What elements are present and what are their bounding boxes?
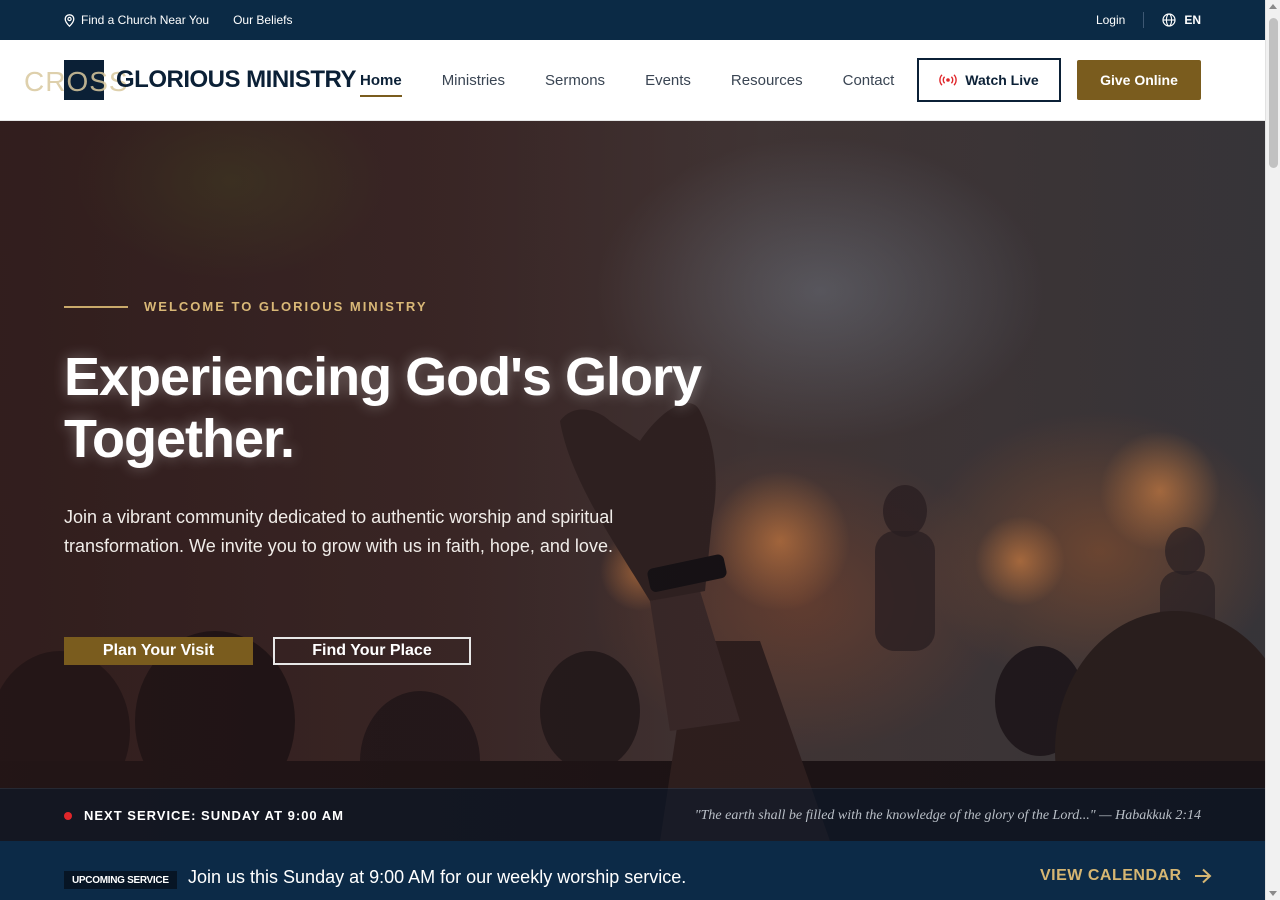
live-dot-icon <box>64 811 72 820</box>
next-service: NEXT SERVICE: SUNDAY AT 9:00 AM <box>64 789 344 842</box>
scrollbar-thumb[interactable] <box>1269 18 1278 168</box>
service-strip: NEXT SERVICE: SUNDAY AT 9:00 AM "The ear… <box>0 788 1265 841</box>
our-beliefs-label: Our Beliefs <box>233 13 293 27</box>
utility-links: Find a Church Near You Our Beliefs <box>64 0 316 40</box>
eyebrow-text: WELCOME TO GLORIOUS MINISTRY <box>144 299 428 314</box>
hero-background-image <box>0 121 1265 841</box>
login-link[interactable]: Login <box>1096 13 1125 27</box>
site-header: CROSS GLORIOUS MINISTRY Home Ministries … <box>0 40 1265 121</box>
eyebrow-rule <box>64 305 128 308</box>
plan-visit-button[interactable]: Plan Your Visit <box>64 637 253 665</box>
find-church-label: Find a Church Near You <box>81 13 210 27</box>
announcement-message: Join us this Sunday at 9:00 AM for our w… <box>188 867 687 887</box>
view-calendar-label: VIEW CALENDAR <box>1040 867 1182 884</box>
scroll-up-icon[interactable] <box>1269 4 1277 9</box>
nav-resources[interactable]: Resources <box>731 72 803 89</box>
plan-visit-label: Plan Your Visit <box>102 642 215 659</box>
nav-ministries[interactable]: Ministries <box>442 72 505 89</box>
headline-line-1: Experiencing God's Glory <box>64 347 702 407</box>
nav-sermons[interactable]: Sermons <box>545 72 605 89</box>
hero-eyebrow: WELCOME TO GLORIOUS MINISTRY <box>64 299 428 314</box>
page-scrollbar[interactable] <box>1265 0 1280 900</box>
hero-section: WELCOME TO GLORIOUS MINISTRY Experiencin… <box>0 121 1265 841</box>
scripture-verse: "The earth shall be filled with the know… <box>694 807 1201 823</box>
next-service-text: NEXT SERVICE: SUNDAY AT 9:00 AM <box>84 808 344 823</box>
globe-icon <box>1162 13 1176 27</box>
watch-live-label: Watch Live <box>965 72 1039 88</box>
find-church-link[interactable]: Find a Church Near You <box>64 13 209 27</box>
divider <box>1143 12 1145 28</box>
logo-watermark: CROSS <box>24 66 129 97</box>
utility-bar: Find a Church Near You Our Beliefs Login… <box>0 0 1265 40</box>
hero-subtext: Join a vibrant community dedicated to au… <box>64 507 614 556</box>
hero-headline: Experiencing God's Glory Together. <box>64 346 764 470</box>
main-nav: Home Ministries Sermons Events Resources… <box>360 40 934 120</box>
logo-name: GLORIOUS MINISTRY <box>116 66 356 93</box>
arrow-right-icon <box>1194 868 1212 884</box>
nav-events[interactable]: Events <box>645 72 691 89</box>
scroll-down-icon[interactable] <box>1269 891 1277 896</box>
headline-line-2: Together. <box>64 409 295 469</box>
view-calendar-link[interactable]: VIEW CALENDAR <box>1040 867 1212 885</box>
broadcast-icon <box>939 74 958 86</box>
give-online-button[interactable]: Give Online <box>1077 60 1201 100</box>
announcement-bar: UPCOMING SERVICE Join us this Sunday at … <box>0 841 1265 900</box>
nav-home[interactable]: Home <box>360 72 402 97</box>
map-pin-icon <box>64 13 75 27</box>
language-label: EN <box>1184 13 1201 27</box>
find-place-button[interactable]: Find Your Place <box>273 637 471 665</box>
watch-live-button[interactable]: Watch Live <box>917 58 1061 102</box>
our-beliefs-link[interactable]: Our Beliefs <box>233 13 292 27</box>
give-online-label: Give Online <box>1100 72 1178 88</box>
find-place-label: Find Your Place <box>312 642 432 659</box>
nav-contact[interactable]: Contact <box>843 72 895 89</box>
utility-actions: Login EN <box>1096 0 1201 40</box>
upcoming-service-badge: UPCOMING SERVICE <box>64 871 177 889</box>
language-selector[interactable]: EN <box>1162 13 1201 27</box>
